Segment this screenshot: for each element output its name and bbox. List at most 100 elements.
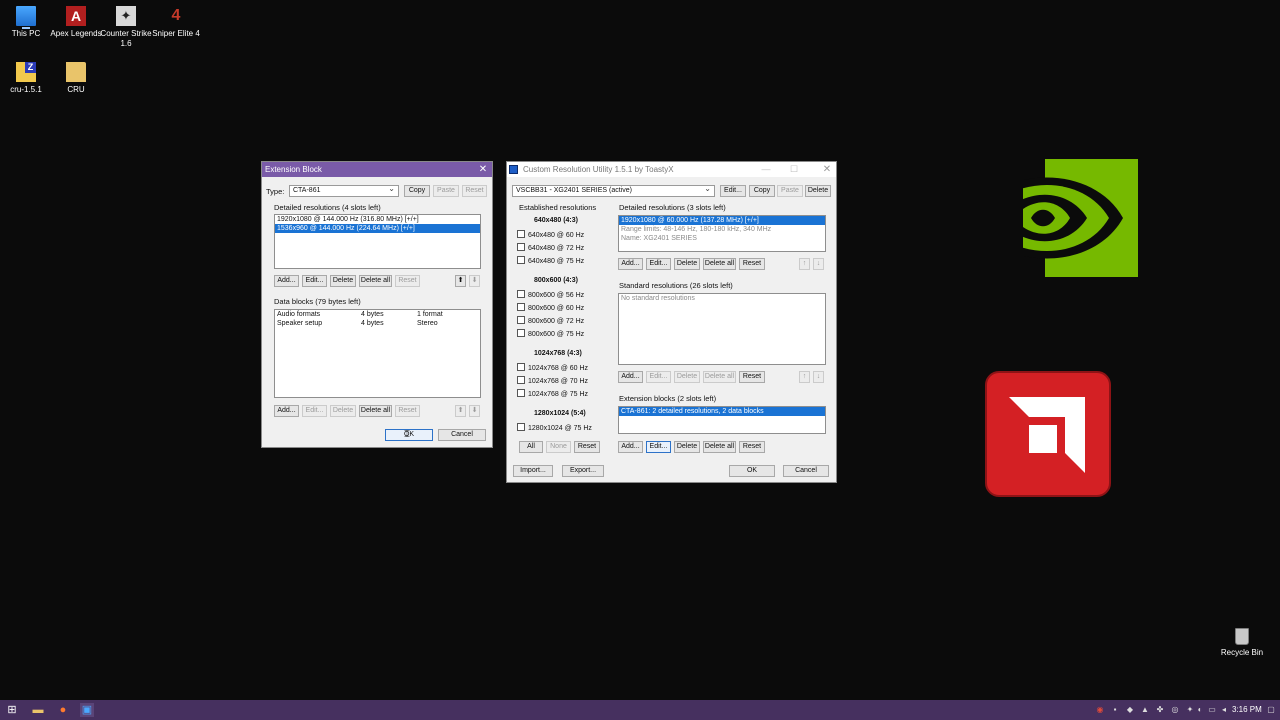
desktop-icon-apex-legends[interactable]: Apex Legends [50, 6, 102, 39]
standard-resolutions-list[interactable]: No standard resolutions [618, 293, 826, 365]
edit-extension-button[interactable]: Edit... [646, 441, 671, 453]
desktop-icon-sniper-elite[interactable]: Sniper Elite 4 [150, 6, 202, 39]
move-down-icon[interactable]: ↓ [813, 371, 824, 383]
established-1024x768-75[interactable]: 1024x768 @ 75 Hz [517, 389, 588, 399]
reset-extension-button[interactable]: Reset [739, 441, 765, 453]
move-up-icon[interactable]: ⬆ [455, 405, 466, 417]
steam-icon[interactable]: ◐ [1195, 705, 1205, 715]
add-extension-button[interactable]: Add... [618, 441, 643, 453]
start-windows-icon[interactable]: ⊞ [5, 703, 19, 717]
volume-icon[interactable]: ◂ [1219, 705, 1229, 715]
copy-button[interactable]: Copy [749, 185, 775, 197]
network-icon[interactable]: ▭ [1207, 705, 1217, 715]
export-button[interactable]: Export... [562, 465, 604, 477]
title-bar[interactable]: Extension Block ✕ [262, 162, 492, 177]
select-none-button[interactable]: None [546, 441, 571, 453]
desktop-icon-this-pc[interactable]: This PC [0, 6, 52, 39]
list-item[interactable]: Name: XG2401 SERIES [619, 234, 825, 243]
tray-app-icon[interactable]: ◆ [1125, 705, 1135, 715]
move-up-icon[interactable]: ⬆ [455, 275, 466, 287]
close-icon[interactable]: ✕ [821, 162, 833, 177]
discord-icon[interactable]: ◎ [1170, 705, 1180, 715]
notifications-icon[interactable]: ▢ [1266, 705, 1276, 715]
checkbox[interactable] [517, 329, 525, 337]
established-800x600-75[interactable]: 800x600 @ 75 Hz [517, 329, 584, 339]
cru-taskbar-icon[interactable]: ▣ [80, 703, 94, 717]
list-item[interactable]: 1920x1080 @ 144.000 Hz (316.80 MHz) [+/+… [275, 215, 480, 224]
checkbox[interactable] [517, 389, 525, 397]
delete-extension-button[interactable]: Delete [674, 441, 700, 453]
tray-app-icon[interactable]: ▪ [1110, 705, 1120, 715]
checkbox[interactable] [517, 243, 525, 251]
taskbar-clock[interactable]: 3:16 PM [1232, 704, 1262, 716]
established-1280x1024-75[interactable]: 1280x1024 @ 75 Hz [517, 423, 592, 433]
tray-app-icon[interactable]: ▲ [1140, 705, 1150, 715]
file-explorer-icon[interactable]: ▬ [31, 703, 45, 717]
list-item[interactable]: Audio formats 4 bytes 1 format [275, 310, 480, 319]
established-640x480-60[interactable]: 640x480 @ 60 Hz [517, 230, 584, 240]
select-all-button[interactable]: All [519, 441, 543, 453]
reset-button[interactable]: Reset [462, 185, 487, 197]
reset-detailed-button[interactable]: Reset [739, 258, 765, 270]
checkbox[interactable] [517, 423, 525, 431]
move-up-icon[interactable]: ↑ [799, 258, 810, 270]
desktop-icon-cru-folder[interactable]: CRU [50, 62, 102, 95]
established-640x480-72[interactable]: 640x480 @ 72 Hz [517, 243, 584, 253]
established-1024x768-60[interactable]: 1024x768 @ 60 Hz [517, 363, 588, 373]
list-item[interactable]: Range limits: 48-146 Hz, 180-180 kHz, 34… [619, 225, 825, 234]
delete-all-extension-button[interactable]: Delete all [703, 441, 736, 453]
paste-button[interactable]: Paste [777, 185, 803, 197]
edit-detailed-button[interactable]: Edit... [646, 258, 671, 270]
display-select[interactable]: VSCBB31 - XG2401 SERIES (active) [512, 184, 715, 197]
delete-all-detailed-button[interactable]: Delete all [703, 258, 736, 270]
detailed-resolutions-list[interactable]: 1920x1080 @ 60.000 Hz (137.28 MHz) [+/+]… [618, 215, 826, 252]
delete-all-button[interactable]: Delete all [359, 275, 392, 287]
delete-standard-button[interactable]: Delete [674, 371, 700, 383]
extension-blocks-list[interactable]: CTA-861: 2 detailed resolutions, 2 data … [618, 406, 826, 434]
close-icon[interactable]: ✕ [477, 162, 489, 177]
checkbox[interactable] [517, 376, 525, 384]
type-select[interactable]: CTA-861 [289, 184, 399, 197]
move-down-icon[interactable]: ↓ [813, 258, 824, 270]
reset-standard-button[interactable]: Reset [739, 371, 765, 383]
checkbox[interactable] [517, 256, 525, 264]
list-item[interactable]: Speaker setup 4 bytes Stereo [275, 319, 480, 328]
ok-button[interactable]: OK [729, 465, 775, 477]
cancel-button[interactable]: Cancel [783, 465, 829, 477]
list-item-selected[interactable]: 1920x1080 @ 60.000 Hz (137.28 MHz) [+/+] [619, 216, 825, 225]
list-item-selected[interactable]: 1536x960 @ 144.000 Hz (224.64 MHz) [+/+] [275, 224, 480, 233]
delete-button[interactable]: Delete [330, 275, 356, 287]
checkbox[interactable] [517, 290, 525, 298]
firefox-icon[interactable]: ● [56, 703, 70, 717]
title-bar[interactable]: Custom Resolution Utility 1.5.1 by Toast… [507, 162, 836, 177]
established-1024x768-70[interactable]: 1024x768 @ 70 Hz [517, 376, 588, 386]
move-down-icon[interactable]: ⬇ [469, 405, 480, 417]
delete-detailed-button[interactable]: Delete [674, 258, 700, 270]
checkbox[interactable] [517, 230, 525, 238]
add-detailed-button[interactable]: Add... [618, 258, 643, 270]
tray-app-icon[interactable]: ✤ [1155, 705, 1165, 715]
desktop-icon-counter-strike[interactable]: Counter Strike 1.6 [100, 6, 152, 49]
edit-display-button[interactable]: Edit... [720, 185, 746, 197]
delete-all-button[interactable]: Delete all [359, 405, 392, 417]
desktop-icon-recycle-bin[interactable]: Recycle Bin [1218, 628, 1266, 657]
cancel-button[interactable]: Cancel [438, 429, 486, 441]
maximize-icon[interactable]: ☐ [788, 162, 800, 177]
copy-button[interactable]: Copy [404, 185, 430, 197]
add-button[interactable]: Add... [274, 405, 299, 417]
established-800x600-72[interactable]: 800x600 @ 72 Hz [517, 316, 584, 326]
tray-app-icon[interactable]: ✦ [1185, 705, 1195, 715]
delete-all-standard-button[interactable]: Delete all [703, 371, 736, 383]
move-up-icon[interactable]: ↑ [799, 371, 810, 383]
detailed-resolutions-list[interactable]: 1920x1080 @ 144.000 Hz (316.80 MHz) [+/+… [274, 214, 481, 269]
delete-button[interactable]: Delete [330, 405, 356, 417]
checkbox[interactable] [517, 303, 525, 311]
edit-button[interactable]: Edit... [302, 275, 327, 287]
checkbox[interactable] [517, 316, 525, 324]
established-640x480-75[interactable]: 640x480 @ 75 Hz [517, 256, 584, 266]
reset-button[interactable]: Reset [395, 275, 420, 287]
edit-button[interactable]: Edit... [302, 405, 327, 417]
add-standard-button[interactable]: Add... [618, 371, 643, 383]
list-item-selected[interactable]: CTA-861: 2 detailed resolutions, 2 data … [619, 407, 825, 416]
established-800x600-60[interactable]: 800x600 @ 60 Hz [517, 303, 584, 313]
